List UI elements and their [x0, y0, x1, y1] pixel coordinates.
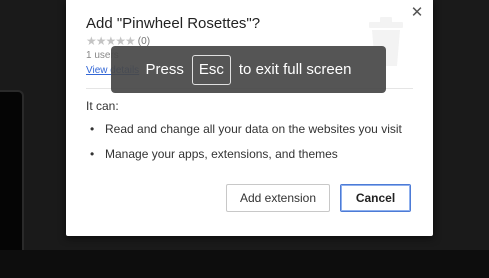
- toast-text-before: Press: [145, 61, 184, 78]
- permission-item: • Read and change all your data on the w…: [90, 122, 402, 147]
- toast-text-after: to exit full screen: [238, 61, 352, 78]
- bullet: •: [90, 122, 95, 136]
- fullscreen-exit-toast: Press Esc to exit full screen: [111, 46, 386, 93]
- rating-count: (0): [137, 35, 151, 47]
- dialog-title: Add "Pinwheel Rosettes"?: [86, 15, 261, 32]
- permission-item: • Manage your apps, extensions, and them…: [90, 147, 402, 172]
- background-window: [0, 90, 24, 250]
- close-icon[interactable]: ✕: [409, 4, 425, 21]
- add-extension-button[interactable]: Add extension: [226, 184, 330, 212]
- bullet: •: [90, 147, 95, 161]
- permissions-heading: It can:: [86, 99, 119, 113]
- permissions-list: • Read and change all your data on the w…: [90, 122, 402, 172]
- cancel-button[interactable]: Cancel: [340, 184, 411, 212]
- permission-text: Read and change all your data on the web…: [105, 122, 402, 136]
- esc-key-badge: Esc: [191, 54, 231, 85]
- background-taskbar: [0, 250, 489, 278]
- permission-text: Manage your apps, extensions, and themes: [105, 147, 338, 161]
- add-extension-dialog: Add "Pinwheel Rosettes"? ✕ ★★★★★ (0) 1 u…: [66, 0, 433, 236]
